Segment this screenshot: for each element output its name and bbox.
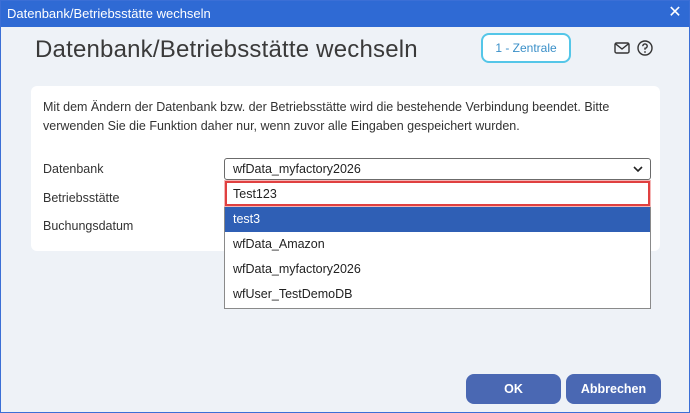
- datenbank-dropdown-list: Test123 test3 wfData_Amazon wfData_myfac…: [224, 181, 651, 309]
- help-icon[interactable]: [636, 39, 654, 57]
- close-icon[interactable]: ✕: [665, 3, 685, 23]
- dialog-window: Datenbank/Betriebsstätte wechseln ✕ Date…: [0, 0, 690, 413]
- cancel-button[interactable]: Abbrechen: [566, 374, 661, 404]
- dropdown-option[interactable]: wfUser_TestDemoDB: [225, 282, 650, 307]
- dialog-header: Datenbank/Betriebsstätte wechseln 1 - Ze…: [1, 27, 689, 75]
- page-title: Datenbank/Betriebsstätte wechseln: [35, 36, 418, 63]
- mail-icon[interactable]: [613, 39, 631, 57]
- datenbank-select-value: wfData_myfactory2026: [233, 162, 361, 176]
- chevron-down-icon: [633, 166, 643, 173]
- title-bar: Datenbank/Betriebsstätte wechseln ✕: [1, 1, 689, 27]
- dropdown-option[interactable]: test3: [225, 207, 650, 232]
- dropdown-option[interactable]: Test123: [225, 182, 650, 207]
- dropdown-option[interactable]: wfData_myfactory2026: [225, 257, 650, 282]
- dropdown-option[interactable]: wfData_Amazon: [225, 232, 650, 257]
- datenbank-label: Datenbank: [43, 162, 104, 176]
- info-text: Mit dem Ändern der Datenbank bzw. der Be…: [43, 100, 610, 133]
- betriebsstaette-label: Betriebsstätte: [43, 191, 120, 205]
- datenbank-select[interactable]: wfData_myfactory2026: [224, 158, 651, 180]
- window-title: Datenbank/Betriebsstätte wechseln: [7, 6, 211, 21]
- branch-badge[interactable]: 1 - Zentrale: [481, 33, 571, 63]
- buchungsdatum-label: Buchungsdatum: [43, 219, 134, 233]
- ok-button[interactable]: OK: [466, 374, 561, 404]
